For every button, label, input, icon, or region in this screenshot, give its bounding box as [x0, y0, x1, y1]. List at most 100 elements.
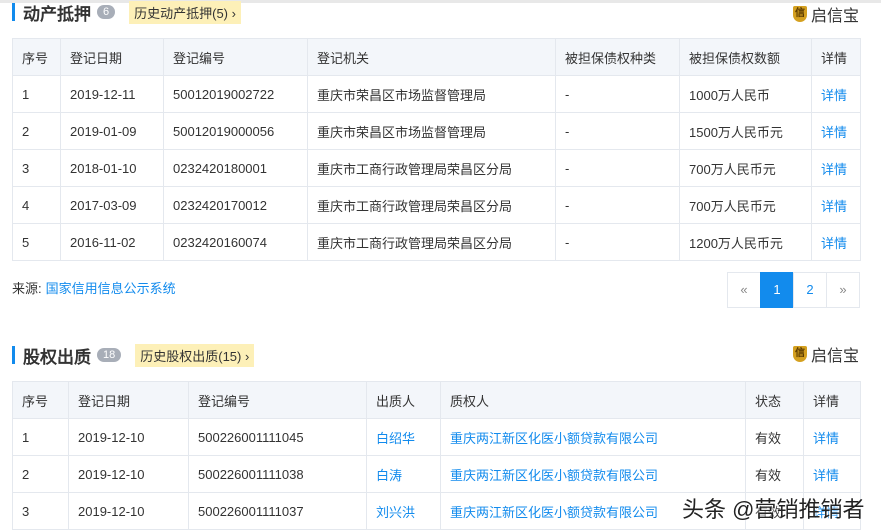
- table-cell: 0232420170012: [163, 186, 308, 224]
- table-cell: 5: [12, 223, 61, 261]
- table-row: 2 2019-12-10 500226001111038 白涛 重庆两江新区化医小额贷款…: [12, 455, 861, 493]
- shield-icon: 信: [792, 6, 807, 22]
- table-cell: 重庆市工商行政管理局荣昌区分局: [307, 186, 556, 224]
- table-cell: 1: [12, 75, 61, 113]
- col-header: 质权人: [440, 381, 746, 419]
- table-cell: 有效: [745, 455, 804, 493]
- table-cell: 重庆市工商行政管理局荣昌区分局: [307, 149, 556, 187]
- page-2-button[interactable]: 2: [793, 272, 827, 308]
- table-cell: 2016-11-02: [60, 223, 164, 261]
- table-cell: 2: [12, 112, 61, 150]
- col-header: 被担保债权数额: [679, 38, 812, 76]
- detail-link[interactable]: 详情: [811, 75, 861, 113]
- col-header: 登记机关: [307, 38, 556, 76]
- count-badge: 18: [97, 348, 122, 362]
- col-header: 登记编号: [163, 38, 308, 76]
- table-cell: 1: [12, 418, 69, 456]
- col-header: 序号: [12, 38, 61, 76]
- detail-link[interactable]: 详情: [803, 418, 861, 456]
- table-cell: 3: [12, 149, 61, 187]
- table-row: 5 2016-11-02 0232420160074 重庆市工商行政管理局荣昌区分局 -…: [12, 223, 861, 261]
- section-title: 股权出质: [23, 347, 91, 367]
- table-cell: 有效: [745, 418, 804, 456]
- table-cell: 500226001111038: [188, 455, 367, 493]
- watermark: 头条 @营销推销者: [682, 497, 865, 522]
- detail-link[interactable]: 详情: [811, 149, 861, 187]
- shield-icon: 信: [792, 346, 807, 362]
- table-cell: 2019-12-10: [68, 492, 189, 530]
- table-cell[interactable]: 重庆两江新区化医小额贷款有限公司: [440, 455, 746, 493]
- qixinbao-logo: 信启信宝: [792, 2, 859, 26]
- table-cell: 1000万人民币: [679, 75, 812, 113]
- source-link[interactable]: 国家信用信息公示系统: [46, 281, 176, 296]
- table-cell: 1200万人民币元: [679, 223, 812, 261]
- col-header: 出质人: [366, 381, 441, 419]
- col-header: 登记编号: [188, 381, 367, 419]
- table-cell: 0232420180001: [163, 149, 308, 187]
- table-row: 1 2019-12-11 50012019002722 重庆市荣昌区市场监督管理局 -1…: [12, 75, 861, 113]
- source-label: 来源:: [12, 281, 42, 296]
- next-page-button[interactable]: »: [826, 272, 860, 308]
- table-cell: 1500万人民币元: [679, 112, 812, 150]
- table-cell: 500226001111037: [188, 492, 367, 530]
- detail-link[interactable]: 详情: [811, 223, 861, 261]
- table-row: 4 2017-03-09 0232420170012 重庆市工商行政管理局荣昌区分局 -…: [12, 186, 861, 224]
- detail-link[interactable]: 详情: [811, 186, 861, 224]
- table-cell[interactable]: 白涛: [366, 455, 441, 493]
- section-title: 动产抵押: [23, 4, 91, 24]
- table-cell: 2019-01-09: [60, 112, 164, 150]
- title-accent-bar: [12, 3, 15, 21]
- col-header: 被担保债权种类: [555, 38, 680, 76]
- table-cell: 重庆市工商行政管理局荣昌区分局: [307, 223, 556, 261]
- table-header: 序号 登记日期 登记编号 出质人 质权人 状态 详情: [12, 381, 861, 419]
- table-cell: 700万人民币元: [679, 149, 812, 187]
- history-link[interactable]: 历史股权出质(15) ›: [135, 343, 255, 367]
- page-1-button[interactable]: 1: [760, 272, 794, 308]
- chattel-mortgage-table: 序号 登记日期 登记编号 登记机关 被担保债权种类 被担保债权数额 详情 1 20…: [12, 38, 861, 261]
- pagination: « 1 2 »: [727, 272, 860, 308]
- table-cell: 2019-12-10: [68, 418, 189, 456]
- table-cell[interactable]: 白绍华: [366, 418, 441, 456]
- table-cell: -: [555, 112, 680, 150]
- table-cell[interactable]: 重庆两江新区化医小额贷款有限公司: [440, 418, 746, 456]
- source: 来源: 国家信用信息公示系统: [12, 278, 176, 297]
- table-cell: 4: [12, 186, 61, 224]
- section-title-chattel-mortgage: 动产抵押 6 历史动产抵押(5) ›: [12, 0, 241, 24]
- table-cell: 2: [12, 455, 69, 493]
- section-title-equity-pledge: 股权出质 18 历史股权出质(15) ›: [12, 343, 255, 367]
- count-badge: 6: [97, 5, 116, 19]
- table-cell: 50012019002722: [163, 75, 308, 113]
- table-row: 2 2019-01-09 50012019000056 重庆市荣昌区市场监督管理局 -1…: [12, 112, 861, 150]
- table-cell: 3: [12, 492, 69, 530]
- table-cell: 50012019000056: [163, 112, 308, 150]
- table-row: 1 2019-12-10 500226001111045 白绍华 重庆两江新区化医小额贷…: [12, 418, 861, 456]
- detail-link[interactable]: 详情: [811, 112, 861, 150]
- logo-text: 启信宝: [810, 8, 859, 25]
- title-accent-bar: [12, 346, 15, 364]
- table-cell: 2019-12-11: [60, 75, 164, 113]
- table-cell: -: [555, 75, 680, 113]
- table-cell: 2017-03-09: [60, 186, 164, 224]
- table-cell[interactable]: 刘兴洪: [366, 492, 441, 530]
- table-cell: 重庆市荣昌区市场监督管理局: [307, 75, 556, 113]
- table-cell: -: [555, 186, 680, 224]
- table-header: 序号 登记日期 登记编号 登记机关 被担保债权种类 被担保债权数额 详情: [12, 38, 861, 76]
- table-cell: -: [555, 223, 680, 261]
- table-cell: 重庆市荣昌区市场监督管理局: [307, 112, 556, 150]
- qixinbao-logo: 信启信宝: [792, 342, 859, 366]
- logo-text: 启信宝: [810, 348, 859, 365]
- table-cell: 2019-12-10: [68, 455, 189, 493]
- col-header: 序号: [12, 381, 69, 419]
- history-link[interactable]: 历史动产抵押(5) ›: [129, 0, 241, 24]
- table-cell: 2018-01-10: [60, 149, 164, 187]
- col-header: 登记日期: [68, 381, 189, 419]
- col-header: 详情: [811, 38, 861, 76]
- detail-link[interactable]: 详情: [803, 455, 861, 493]
- table-cell: 0232420160074: [163, 223, 308, 261]
- col-header: 详情: [803, 381, 861, 419]
- col-header: 登记日期: [60, 38, 164, 76]
- prev-page-button[interactable]: «: [727, 272, 761, 308]
- table-cell: 700万人民币元: [679, 186, 812, 224]
- table-cell: -: [555, 149, 680, 187]
- col-header: 状态: [745, 381, 804, 419]
